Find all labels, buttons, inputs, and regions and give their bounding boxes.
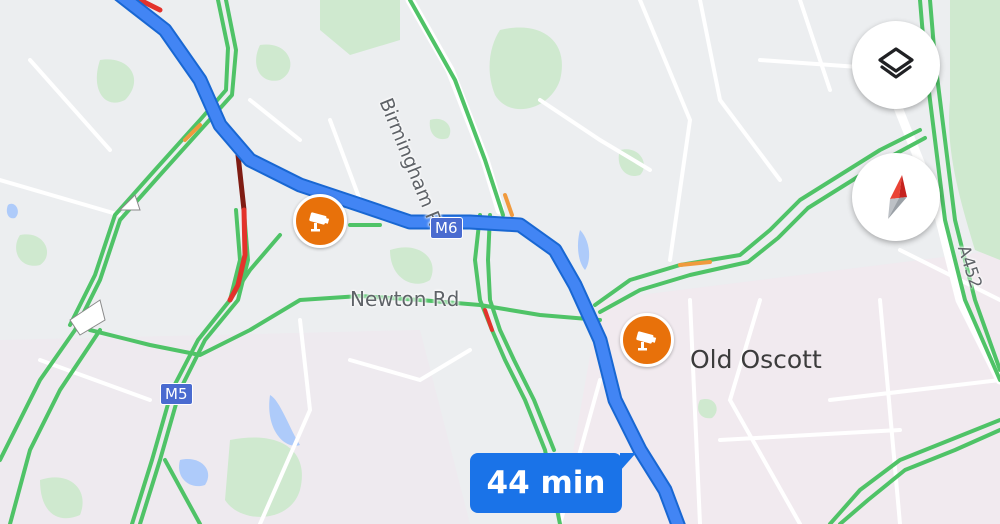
m5-shield: M5 [160, 383, 193, 405]
speed-camera-icon [309, 212, 330, 232]
road-label-newton-rd: Newton Rd [350, 287, 460, 311]
compass-button[interactable] [852, 153, 940, 241]
map-base [0, 0, 1000, 524]
speed-camera-marker[interactable] [620, 313, 674, 367]
layers-icon [878, 47, 914, 79]
place-label-old-oscott: Old Oscott [690, 345, 822, 374]
compass-icon [888, 175, 907, 219]
speed-camera-icon [636, 331, 657, 351]
map-view[interactable]: Birmingham Rd Newton Rd A452 M6 M5 Old O… [0, 0, 1000, 524]
eta-callout[interactable]: 44 min [470, 453, 636, 513]
speed-camera-marker[interactable] [293, 194, 347, 248]
m6-shield: M6 [430, 217, 463, 239]
layers-button[interactable] [852, 21, 940, 109]
eta-text: 44 min [486, 465, 606, 501]
